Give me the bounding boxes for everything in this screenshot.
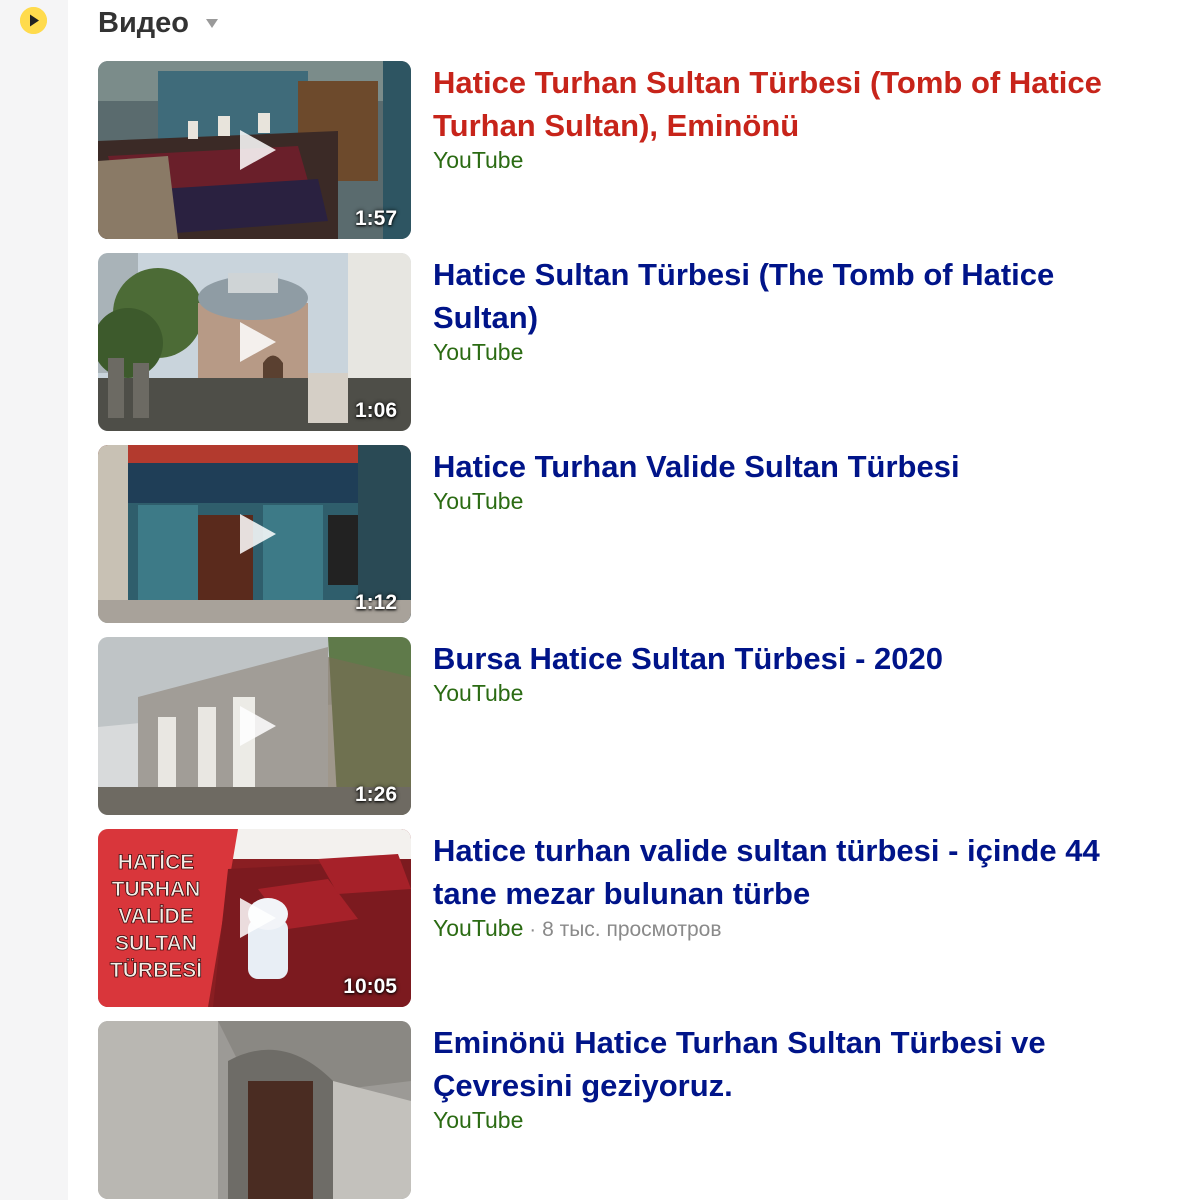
title-highlight: Sultan Türbesi — [646, 65, 862, 100]
thumbnail-caption-line: HATİCE — [118, 851, 195, 874]
title-text: Turhan — [667, 1025, 788, 1060]
video-source: YouTube — [433, 147, 523, 174]
title-highlight: Hatice — [574, 1025, 668, 1060]
title-text: Turhan Valide — [526, 449, 745, 484]
source-link[interactable]: YouTube — [433, 915, 523, 941]
video-thumbnail[interactable]: 1:06 — [98, 253, 411, 431]
source-link[interactable]: YouTube — [433, 680, 523, 706]
video-item: Eminönü Hatice Turhan Sultan Türbesi ve … — [98, 1021, 1184, 1199]
title-highlight: Hatice — [433, 449, 527, 484]
video-source: YouTube — [433, 339, 523, 366]
video-title-link[interactable]: Hatice Turhan Sultan Türbesi (Tomb of Ha… — [433, 61, 1113, 147]
title-highlight: Hatice Sultan Türbesi — [433, 257, 750, 292]
source-link[interactable]: YouTube — [433, 339, 523, 365]
video-duration: 1:06 — [354, 399, 397, 422]
title-text: Eminönü — [433, 1025, 575, 1060]
title-text: (The Tomb of — [749, 257, 962, 292]
title-highlight: Hatice — [433, 833, 527, 868]
play-icon — [240, 322, 276, 362]
video-title-link[interactable]: Hatice Sultan Türbesi (The Tomb of Hatic… — [433, 253, 1113, 339]
video-item: HATİCE TURHAN VALİDE SULTAN TÜRBESİ 10:0… — [98, 829, 1184, 1007]
video-item: 1:06 Hatice Sultan Türbesi (The Tomb of … — [98, 253, 1184, 431]
play-icon — [240, 706, 276, 746]
video-source: YouTube — [433, 1107, 523, 1134]
play-icon — [240, 514, 276, 554]
video-duration: 1:57 — [354, 207, 397, 230]
video-item: 1:57 Hatice Turhan Sultan Türbesi (Tomb … — [98, 61, 1184, 239]
view-count: 8 тыс. просмотров — [542, 918, 722, 941]
play-circle-icon[interactable] — [20, 7, 47, 34]
title-text: Turhan Sultan), Eminönü — [433, 108, 800, 143]
video-title-link[interactable]: Eminönü Hatice Turhan Sultan Türbesi ve … — [433, 1021, 1113, 1107]
title-text: Turhan — [526, 65, 647, 100]
source-link[interactable]: YouTube — [433, 488, 523, 514]
video-title-link[interactable]: Hatice turhan valide sultan türbesi - iç… — [433, 829, 1113, 915]
title-highlight: Sultan Türbesi — [787, 1025, 1003, 1060]
thumbnail-caption-line: VALİDE — [118, 905, 193, 928]
title-text: (Tomb of — [861, 65, 1009, 100]
video-duration: 1:26 — [354, 783, 397, 806]
title-highlight: Hatice — [1008, 65, 1102, 100]
title-highlight: sultan türbesi — [736, 833, 940, 868]
thumbnail-caption-line: TÜRBESİ — [110, 959, 202, 982]
title-highlight: Hatice — [433, 65, 527, 100]
title-text: turhan valide — [526, 833, 737, 868]
video-title-link[interactable]: Bursa Hatice Sultan Türbesi - 2020 — [433, 637, 1113, 680]
video-thumbnail[interactable]: 1:12 — [98, 445, 411, 623]
video-thumbnail[interactable]: HATİCE TURHAN VALİDE SULTAN TÜRBESİ 10:0… — [98, 829, 411, 1007]
title-highlight: Sultan Türbesi — [744, 449, 960, 484]
title-text: - 2020 — [846, 641, 943, 676]
video-duration: 1:12 — [354, 591, 397, 614]
left-rail — [0, 0, 68, 1200]
video-source: YouTube — [433, 680, 523, 707]
video-duration: 10:05 — [343, 975, 397, 998]
title-highlight: Hatice Sultan Türbesi — [529, 641, 847, 676]
title-text: Bursa — [433, 641, 530, 676]
section-title[interactable]: Видео — [98, 7, 189, 40]
source-link[interactable]: YouTube — [433, 1107, 523, 1133]
video-thumbnail[interactable] — [98, 1021, 411, 1199]
thumbnail-caption-line: SULTAN — [115, 932, 197, 955]
video-title-link[interactable]: Hatice Turhan Valide Sultan Türbesi — [433, 445, 1113, 488]
video-item: 1:12 Hatice Turhan Valide Sultan Türbesi… — [98, 445, 1184, 623]
video-thumbnail[interactable]: 1:26 — [98, 637, 411, 815]
video-thumbnail[interactable]: 1:57 — [98, 61, 411, 239]
thumbnail-image — [98, 1021, 411, 1199]
play-icon — [240, 898, 276, 938]
video-source: YouTube · 8 тыс. просмотров — [433, 915, 721, 942]
source-link[interactable]: YouTube — [433, 147, 523, 173]
video-source: YouTube — [433, 488, 523, 515]
triangle-down-icon[interactable] — [205, 16, 219, 30]
title-text: ) — [527, 300, 539, 335]
video-item: 1:26 Bursa Hatice Sultan Türbesi - 2020 … — [98, 637, 1184, 815]
thumbnail-caption-line: TURHAN — [112, 878, 201, 901]
separator-dot: · — [529, 919, 537, 941]
section-header[interactable]: Видео — [98, 2, 219, 44]
play-icon — [240, 130, 276, 170]
